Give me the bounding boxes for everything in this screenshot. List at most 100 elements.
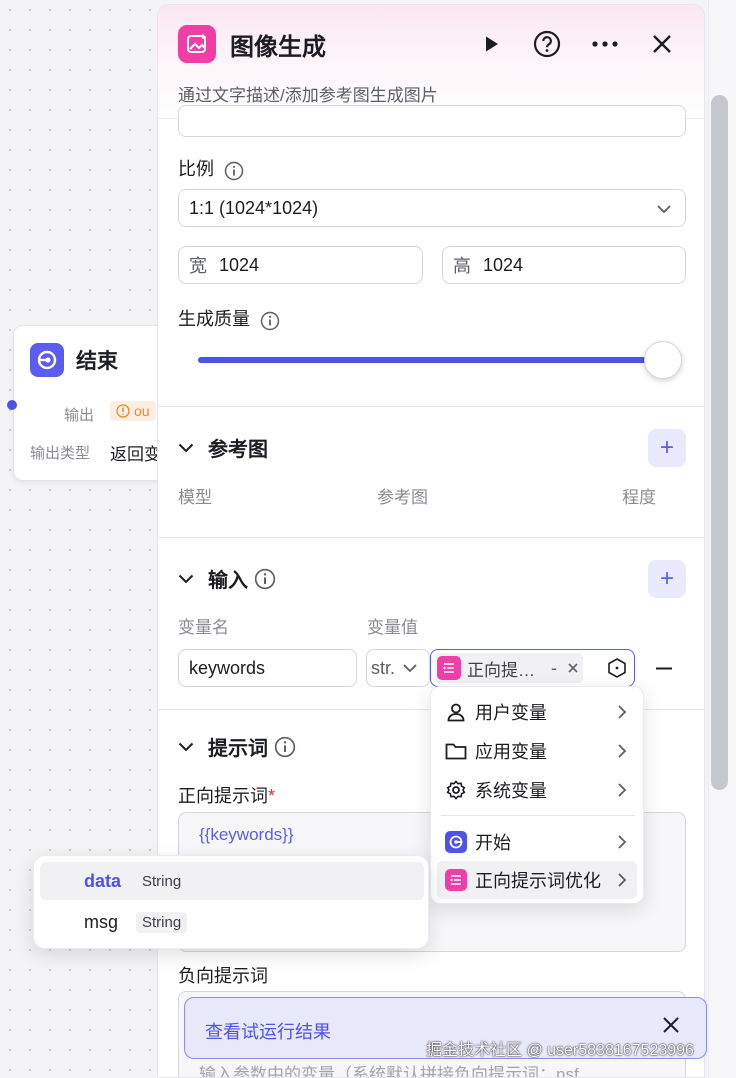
gear-icon [445,779,467,801]
negative-prompt-placeholder: 输入参数中的变量（系统默认拼接负向提示词：nsf [199,1065,579,1078]
dropdown-divider [441,815,635,816]
dropdown-item-label: 用户变量 [475,703,547,723]
variable-dropdown: 用户变量 应用变量 系统变量 开始 正向提示词优化 [430,686,644,904]
reference-section-header[interactable]: 参考图 [178,433,268,462]
help-button[interactable] [530,27,564,61]
plus-icon: + [659,434,674,461]
dropdown-item-user-variables[interactable]: 用户变量 [437,693,637,731]
quality-label-row: 生成质量 [178,305,280,331]
end-node-output-label: 输出 [64,407,95,424]
warning-icon [116,404,130,418]
chevron-down-icon [657,205,671,214]
node-output-popup: data String msg String [33,855,429,949]
required-mark: * [268,786,276,806]
output-item-data[interactable]: data String [40,862,424,900]
user-icon [445,701,467,723]
page-scrollbar-thumb[interactable] [711,95,728,790]
dropdown-item-system-variables[interactable]: 系统变量 [437,771,637,809]
output-item-name: msg [84,911,119,932]
negative-prompt-label: 负向提示词 [178,966,268,986]
variable-hex-icon[interactable] [606,657,628,679]
reference-col-model: 模型 [178,488,212,507]
end-node-title: 结束 [76,350,118,373]
var-ref-label: 正向提… [467,660,535,680]
plus-icon: + [659,565,674,592]
var-name-input[interactable]: keywords [178,649,357,687]
dropdown-item-prompt-optimize-node[interactable]: 正向提示词优化 [437,861,637,899]
chevron-down-icon[interactable] [178,742,194,752]
quality-slider-fill [198,357,666,363]
chevron-down-icon[interactable] [178,443,194,453]
close-icon [653,35,671,53]
input-section-header[interactable]: 输入 [178,564,276,593]
folder-icon [445,740,467,762]
end-node-output-type-label: 输出类型 [30,445,91,462]
quality-slider-track[interactable] [198,357,666,363]
quality-slider-thumb[interactable] [644,341,682,379]
dropdown-item-label: 正向提示词优化 [475,871,601,891]
height-value: 1024 [483,254,524,275]
var-type-value: str. [371,657,396,678]
chevron-right-icon [618,705,627,719]
prompt-section-title: 提示词 [208,738,268,760]
info-icon[interactable] [274,736,296,758]
height-input[interactable]: 高 1024 [442,246,686,284]
dropdown-item-label: 开始 [475,833,511,853]
image-generation-icon [178,25,216,63]
toast-text[interactable]: 查看试运行结果 [205,1018,331,1044]
ratio-label: 比例 [178,159,214,179]
reference-col-image: 参考图 [377,488,428,507]
ratio-select-value: 1:1 (1024*1024) [189,197,319,218]
prompt-node-icon [445,869,467,891]
chevron-right-icon [618,783,627,797]
remove-input-icon[interactable] [656,667,672,670]
positive-prompt-label-row: 正向提示词* [178,782,275,808]
var-value-reference[interactable]: 正向提… - [430,649,635,687]
close-panel-button[interactable] [645,27,679,61]
chevron-down-icon[interactable] [178,574,194,584]
play-icon [486,36,498,52]
reference-section-title: 参考图 [208,439,268,461]
help-icon [533,30,561,58]
width-input[interactable]: 宽 1024 [178,246,423,284]
input-col-value: 变量值 [367,618,418,637]
prompt-node-icon [437,656,461,680]
end-node-icon [30,343,64,377]
width-value: 1024 [219,254,260,275]
section-divider [158,537,704,538]
end-node-output-type-value: 返回变 [110,445,161,464]
more-button[interactable] [588,27,622,61]
output-item-msg[interactable]: msg String [40,903,424,941]
var-ref-chip: 正向提… - [435,653,583,683]
end-node-output-tag: ou [110,401,156,421]
watermark: 掘金技术社区 @ user5838167523996 [426,1042,694,1059]
var-ref-suffix: - [551,657,557,678]
ratio-label-row: 比例 [178,155,244,181]
prompt-section-header[interactable]: 提示词 [178,732,296,761]
model-select-clipped[interactable] [178,105,686,137]
reference-col-degree: 程度 [622,488,656,507]
info-icon[interactable] [254,568,276,590]
width-label: 宽 [189,256,207,276]
clear-icon[interactable] [567,662,579,674]
height-label: 高 [453,256,471,276]
input-col-name: 变量名 [178,618,229,637]
ratio-select[interactable]: 1:1 (1024*1024) [178,189,686,227]
panel-title: 图像生成 [230,34,326,61]
var-type-select[interactable]: str. [366,649,430,687]
close-icon[interactable] [662,1016,680,1034]
section-divider [158,406,704,407]
start-node-icon [445,831,467,853]
dropdown-item-start-node[interactable]: 开始 [437,823,637,861]
info-icon[interactable] [260,311,280,331]
positive-prompt-value: {{keywords}} [199,825,294,844]
add-reference-button[interactable]: + [648,429,686,467]
input-section-title: 输入 [208,570,248,592]
dropdown-item-app-variables[interactable]: 应用变量 [437,732,637,770]
add-input-button[interactable]: + [648,560,686,598]
info-icon[interactable] [224,161,244,181]
node-input-port[interactable] [7,400,17,410]
positive-prompt-label: 正向提示词 [178,786,268,806]
more-icon [592,41,618,47]
run-button[interactable] [474,27,508,61]
